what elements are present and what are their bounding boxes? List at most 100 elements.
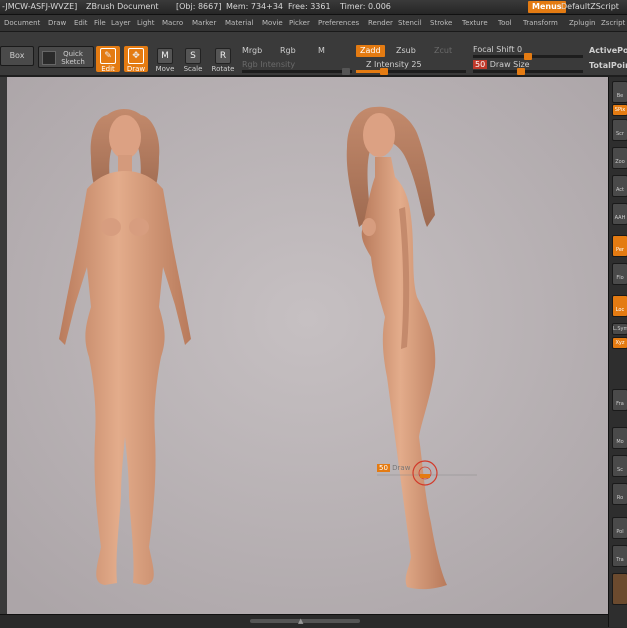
project-id: -JMCW-ASFJ-WVZE] (2, 2, 78, 11)
mem-readout: Mem: 734+34 (226, 2, 284, 11)
menu-picker[interactable]: Picker (289, 15, 310, 31)
shelf-button-scale[interactable]: Sc (612, 455, 627, 477)
rgb-button[interactable]: Rgb (280, 46, 296, 55)
shelf-button-lsym[interactable]: L.Sym (612, 323, 627, 335)
rgb-intensity-slider[interactable] (242, 68, 352, 75)
default-zscript[interactable]: DefaultZScript (561, 0, 619, 14)
zadd-button[interactable]: Zadd (356, 45, 385, 57)
shelf-button-local[interactable]: Loc (612, 295, 627, 317)
document-canvas (7, 77, 608, 614)
brush-size-overlay: 50 Draw (377, 464, 410, 472)
menu-preferences[interactable]: Preferences (318, 15, 359, 31)
move-label: Move (155, 65, 175, 73)
menu-material[interactable]: Material (225, 15, 253, 31)
menu-macro[interactable]: Macro (162, 15, 183, 31)
shelf-button-zoom[interactable]: Zoo (612, 147, 627, 169)
menu-draw[interactable]: Draw (48, 15, 66, 31)
rgb-intensity-knob[interactable] (342, 68, 350, 75)
menu-stroke[interactable]: Stroke (430, 15, 452, 31)
menu-texture[interactable]: Texture (462, 15, 488, 31)
shelf-button-xyz[interactable]: Xyz (612, 337, 627, 349)
shelf-button-rotate[interactable]: Ro (612, 483, 627, 505)
shelf-button-frame[interactable]: Fra (612, 389, 627, 411)
shelf-button-move[interactable]: Mo (612, 427, 627, 449)
timer-readout: Timer: 0.006 (340, 2, 391, 11)
draw-label: Draw (126, 65, 146, 73)
mrgb-button[interactable]: Mrgb (242, 46, 262, 55)
shelf-button-polyf[interactable]: Pol (612, 517, 627, 539)
total-points-label: TotalPoin (589, 61, 627, 70)
shelf-button-spix[interactable]: SPix (612, 104, 627, 116)
focal-shift-slider[interactable] (473, 53, 583, 60)
menu-render[interactable]: Render (368, 15, 393, 31)
menu-edit[interactable]: Edit (74, 15, 88, 31)
menus-button[interactable]: Menus (528, 1, 566, 13)
draw-size-value: 50 (473, 60, 488, 69)
menu-zplugin[interactable]: Zplugin (569, 15, 595, 31)
edit-button[interactable]: ✎ Edit (96, 46, 120, 73)
shelf-button-actual[interactable]: Act (612, 175, 627, 197)
lightbox-button[interactable]: Box (0, 46, 34, 66)
side-chest (362, 218, 376, 236)
brush-size-number: 50 (377, 464, 390, 472)
zsub-button[interactable]: Zsub (396, 46, 416, 55)
focal-shift-label: Focal Shift 0 (473, 45, 523, 54)
right-shelf: Be SPix Scr Zoo Act AAH Per Flo Loc L.Sy… (608, 77, 627, 627)
z-intensity-slider[interactable] (356, 68, 466, 75)
draw-size-slider[interactable] (473, 68, 583, 75)
menu-stencil[interactable]: Stencil (398, 15, 422, 31)
shelf-button-transp[interactable]: Tra (612, 545, 627, 567)
move-icon: M (157, 48, 173, 64)
expand-arrow-icon[interactable]: ▲ (298, 617, 303, 625)
quick-sketch-label: Quick Sketch (61, 50, 85, 66)
menu-transform[interactable]: Transform (523, 15, 558, 31)
canvas-viewport[interactable]: 50 Draw (7, 77, 608, 614)
brush-overlay-label: Draw (392, 464, 411, 472)
z-intensity-label: Z Intensity 25 (366, 60, 422, 69)
brush-cursor-tab (420, 474, 430, 478)
shelf-button-be[interactable]: Be (612, 81, 627, 103)
front-head (109, 115, 141, 159)
m-button[interactable]: M (318, 46, 325, 55)
shelf-button-aahalf[interactable]: AAH (612, 203, 627, 225)
bottom-scroll-handle[interactable] (250, 619, 360, 623)
top-shelf: Box Quick Sketch ✎ Edit ✥ Draw M Move S … (0, 32, 627, 77)
quick-sketch-button[interactable]: Quick Sketch (38, 46, 94, 68)
menu-zscript[interactable]: Zscript (601, 15, 625, 31)
rotate-icon: R (215, 48, 231, 64)
zcut-button[interactable]: Zcut (434, 46, 452, 55)
rgb-intensity-label: Rgb Intensity (242, 60, 296, 69)
shelf-button-persp[interactable]: Per (612, 235, 627, 257)
menu-document[interactable]: Document (4, 15, 40, 31)
quick-sketch-icon (42, 51, 56, 65)
shelf-button-floor[interactable]: Flo (612, 263, 627, 285)
z-intensity-value: 25 (411, 60, 422, 69)
active-points-label: ActivePoi (589, 46, 627, 55)
edit-label: Edit (101, 65, 115, 73)
shelf-button-scroll[interactable]: Scr (612, 119, 627, 141)
menu-marker[interactable]: Marker (192, 15, 216, 31)
front-neck (118, 155, 132, 173)
menu-movie[interactable]: Movie (262, 15, 283, 31)
edit-icon: ✎ (100, 48, 116, 64)
document-title: ZBrush Document (86, 2, 159, 11)
shelf-material-swatch[interactable] (612, 573, 627, 605)
front-chest-right (129, 218, 149, 236)
menu-tool[interactable]: Tool (498, 15, 512, 31)
menu-layer[interactable]: Layer (111, 15, 131, 31)
rotate-label: Rotate (211, 65, 235, 73)
menu-light[interactable]: Light (137, 15, 154, 31)
draw-size-knob[interactable] (517, 68, 525, 75)
draw-icon: ✥ (128, 48, 144, 64)
obj-count: [Obj: 8667] (176, 2, 222, 11)
draw-button[interactable]: ✥ Draw (124, 46, 148, 73)
rotate-button[interactable]: R Rotate (210, 46, 236, 73)
front-chest-left (101, 218, 121, 236)
focal-shift-knob[interactable] (524, 53, 532, 60)
menu-file[interactable]: File (94, 15, 106, 31)
menu-bar: Document Draw Edit File Layer Light Macr… (0, 15, 627, 32)
z-intensity-knob[interactable] (379, 68, 388, 75)
scale-button[interactable]: S Scale (182, 46, 204, 73)
left-shelf (0, 77, 7, 617)
move-button[interactable]: M Move (154, 46, 176, 73)
